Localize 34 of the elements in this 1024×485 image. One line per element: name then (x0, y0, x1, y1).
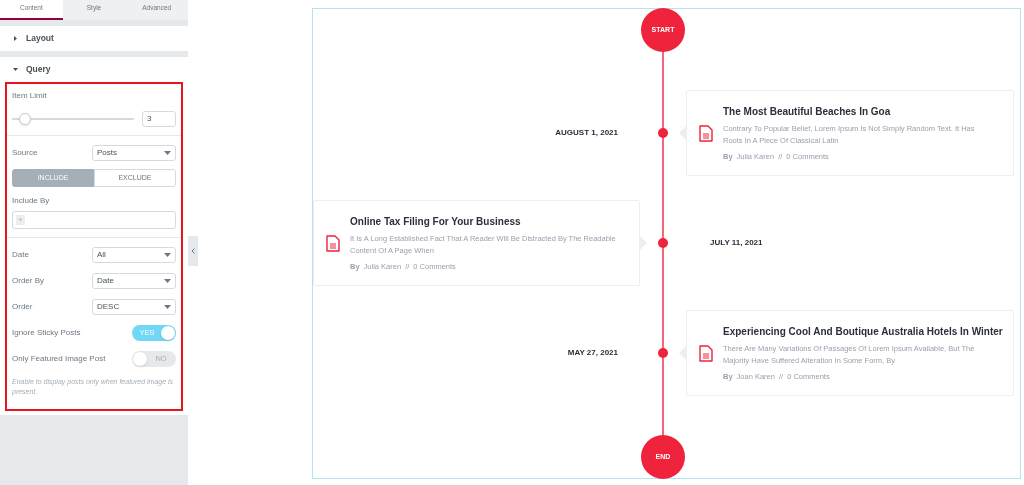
control-label: Order By (12, 275, 44, 287)
caret-icon (13, 67, 18, 72)
control-label: Ignore Sticky Posts (12, 327, 81, 339)
select-field[interactable]: Date (92, 273, 176, 289)
section-header[interactable]: Query (0, 57, 188, 82)
slider-thumb[interactable] (18, 113, 31, 125)
post-date: AUGUST 1, 2021 (555, 127, 619, 139)
document-icon (699, 124, 713, 142)
document-icon (699, 344, 713, 362)
slider-track[interactable] (12, 112, 134, 126)
caret-icon (164, 279, 171, 283)
document-icon (326, 234, 340, 252)
control-label: Item Limit (12, 90, 48, 102)
control-label: Include By (12, 195, 51, 207)
caret-icon (164, 253, 171, 257)
caret-icon (13, 36, 18, 41)
collapse-panel-button[interactable] (188, 236, 198, 266)
post-date: MAY 27, 2021 (567, 347, 619, 359)
control-label: Source (12, 147, 38, 159)
chevron-left-icon (191, 248, 195, 254)
select-field[interactable]: All (92, 247, 176, 263)
section-header[interactable]: Layout (0, 26, 188, 51)
select-field[interactable]: DESC (92, 299, 176, 315)
control-label: Only Featured Image Post (12, 353, 106, 365)
number-field[interactable]: 3 (142, 111, 176, 127)
caret-icon (164, 151, 171, 155)
post-title[interactable]: Online Tax Filing For Your Business (350, 213, 635, 229)
post-date: JULY 11, 2021 (709, 237, 763, 249)
post-title[interactable]: Experiencing Cool And Boutique Australia Hotels In Winter (723, 323, 1009, 339)
caret-icon (164, 305, 171, 309)
control-label: Date (12, 249, 29, 261)
post-title[interactable]: The Most Beautiful Beaches In Goa (723, 103, 1009, 119)
control-label: Order (12, 301, 33, 313)
select-field[interactable]: Posts (92, 145, 176, 161)
